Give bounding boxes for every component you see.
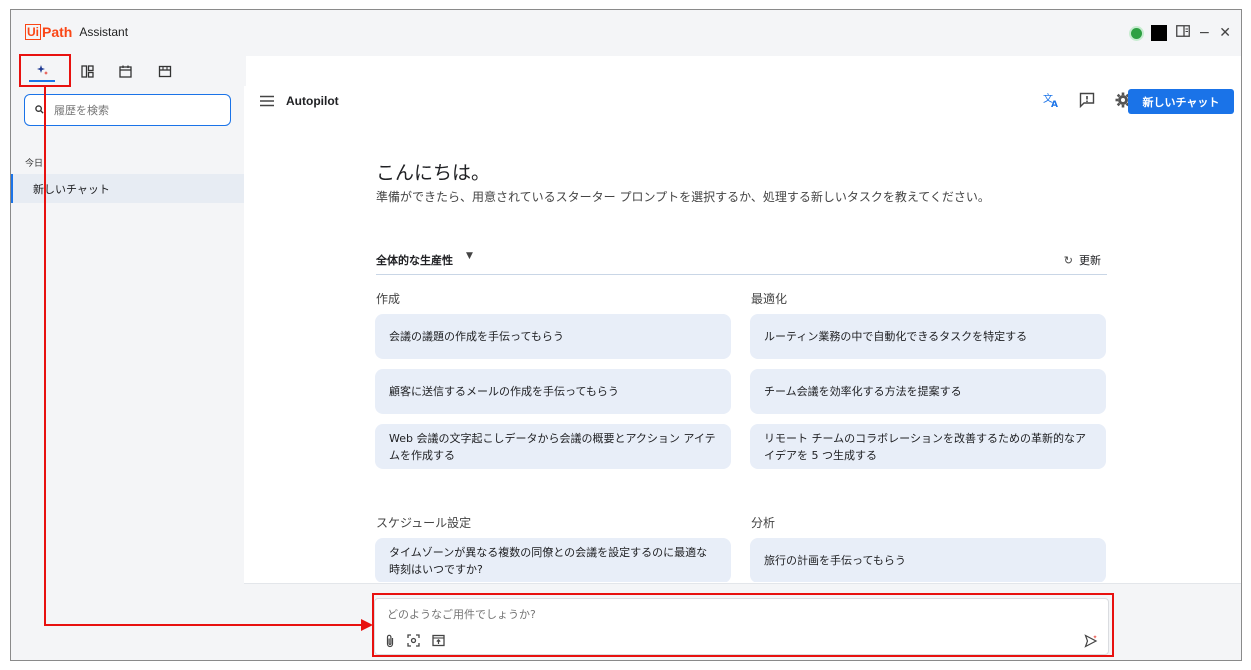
category-row: 全体的な生産性 ▼ ↻ 更新	[376, 244, 1107, 275]
scrollbar[interactable]	[1237, 116, 1241, 446]
column-title-optimize: 最適化	[751, 292, 788, 306]
panel-toggle-icon[interactable]	[1175, 25, 1190, 41]
prompt-card[interactable]: タイムゾーンが異なる複数の同僚との会議を設定するのに最適な時刻はいつですか?	[375, 538, 731, 582]
sparkle-icon	[37, 65, 48, 75]
logo-ui-mark: Ui	[25, 24, 41, 40]
section-today: 今日	[25, 159, 44, 169]
sidebar: 今日 新しいチャット	[11, 86, 244, 660]
tab-store[interactable]	[152, 60, 178, 82]
page-title: Autopilot	[286, 94, 339, 108]
tab-autopilot[interactable]	[29, 60, 55, 82]
refresh-button[interactable]: ↻ 更新	[1064, 252, 1101, 268]
prompt-card[interactable]: ルーティン業務の中で自動化できるタスクを特定する	[750, 314, 1106, 359]
refresh-label: 更新	[1079, 254, 1101, 267]
prompt-card[interactable]: 顧客に送信するメールの作成を手伝ってもらう	[375, 369, 731, 414]
chat-input[interactable]	[387, 608, 987, 621]
prompt-card[interactable]: 旅行の計画を手伝ってもらう	[750, 538, 1106, 582]
app-window: Ui Path Assistant − ✕ 履歴を検索 今日 新しいチャット A…	[10, 9, 1242, 661]
greeting: こんにちは。	[376, 162, 491, 184]
chat-composer[interactable]	[374, 598, 1109, 655]
minimize-icon[interactable]: −	[1199, 25, 1211, 41]
search-input[interactable]	[54, 103, 204, 117]
history-search[interactable]	[24, 94, 231, 126]
column-title-analysis: 分析	[751, 516, 776, 530]
history-item-new-chat[interactable]: 新しいチャット	[11, 174, 244, 203]
refresh-icon: ↻	[1063, 254, 1073, 267]
search-icon	[35, 104, 44, 117]
translate-icon[interactable]: 文A	[1041, 92, 1061, 112]
prompt-card[interactable]: Web 会議の文字起こしデータから会議の概要とアクション アイテムを作成する	[375, 424, 731, 469]
status-dot-icon	[1130, 27, 1142, 39]
tab-calendar[interactable]	[112, 60, 138, 82]
logo-path-text: Path	[42, 24, 73, 40]
store-icon	[158, 65, 172, 77]
prompt-card[interactable]: 会議の議題の作成を手伝ってもらう	[375, 314, 731, 359]
header-icons: 文A	[1041, 92, 1133, 112]
nav-tabs	[11, 56, 246, 86]
greeting-subtext: 準備ができたら、用意されているスターター プロンプトを選択するか、処理する新しい…	[376, 190, 990, 204]
composer-area	[244, 583, 1241, 660]
attach-icon[interactable]	[385, 634, 395, 652]
send-sparkle-icon[interactable]	[1084, 634, 1098, 652]
calendar-icon	[118, 65, 132, 78]
account-square-icon[interactable]	[1150, 25, 1167, 41]
starter-prompts: こんにちは。 準備ができたら、用意されているスターター プロンプトを選択するか、…	[244, 116, 1237, 582]
callout-arrowhead	[361, 619, 373, 631]
hamburger-menu-icon[interactable]	[260, 92, 274, 111]
close-icon[interactable]: ✕	[1219, 25, 1231, 41]
screenshot-icon[interactable]	[407, 634, 420, 652]
title-bar: Ui Path Assistant − ✕	[11, 10, 1241, 56]
layout-icon	[80, 64, 94, 78]
column-title-create: 作成	[376, 292, 401, 306]
uipath-logo: Ui Path Assistant	[25, 23, 128, 41]
caret-down-icon[interactable]: ▼	[466, 251, 473, 261]
prompt-card[interactable]: チーム会議を効率化する方法を提案する	[750, 369, 1106, 414]
svg-text:A: A	[1051, 100, 1058, 108]
composer-tools	[385, 634, 445, 652]
main-header: Autopilot 文A 新しいチャット	[244, 86, 1241, 116]
feedback-icon[interactable]	[1077, 92, 1097, 112]
prompt-card[interactable]: リモート チームのコラボレーションを改善するための革新的なアイデアを 5 つ生成…	[750, 424, 1106, 469]
window-controls: − ✕	[1130, 25, 1231, 41]
new-chat-button[interactable]: 新しいチャット	[1128, 89, 1234, 114]
main-panel: Autopilot 文A 新しいチャット こんにちは。 準備ができたら、用意され…	[244, 86, 1241, 660]
column-title-schedule: スケジュール設定	[376, 516, 472, 530]
upload-icon[interactable]	[432, 634, 445, 652]
category-dropdown[interactable]: 全体的な生産性	[376, 252, 453, 268]
tab-layout[interactable]	[74, 60, 100, 82]
app-name: Assistant	[79, 25, 129, 39]
